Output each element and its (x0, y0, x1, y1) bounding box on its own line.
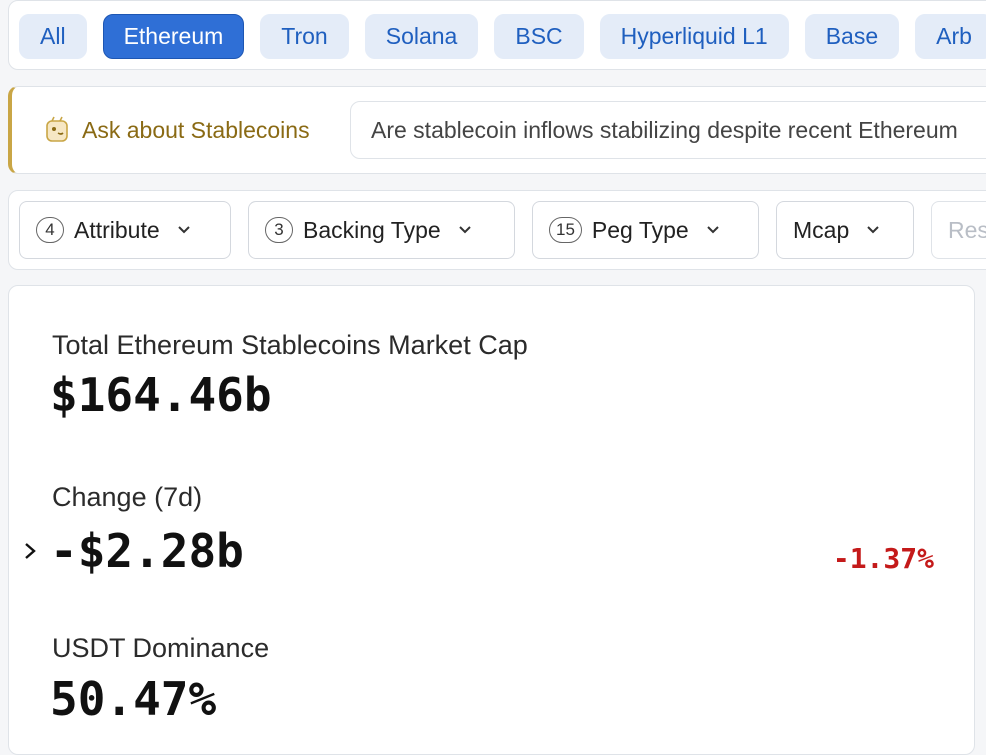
ask-label: Ask about Stablecoins (82, 117, 310, 143)
chevron-down-icon (706, 226, 719, 234)
filter-label: Attribute (74, 216, 160, 243)
chevron-down-icon (177, 226, 190, 234)
filter-count-badge: 4 (36, 217, 64, 243)
chain-tab-bar: All Ethereum Tron Solana BSC Hyperliquid… (8, 0, 986, 70)
market-cap-value: $164.46b (50, 368, 272, 422)
chevron-down-icon (458, 226, 471, 234)
filter-count-badge: 3 (265, 217, 293, 243)
filter-label: Peg Type (591, 216, 689, 243)
filter-bar: 4 Attribute 3 Backing Type 15 Peg Type M… (8, 190, 986, 270)
ai-assistant-icon (46, 116, 68, 142)
chevron-down-icon (867, 226, 879, 234)
change-label: Change (7d) (52, 482, 203, 512)
ask-bar: Ask about Stablecoins (8, 86, 986, 174)
mcap-filter-dropdown[interactable]: Mcap (776, 201, 914, 259)
backing-type-filter-dropdown[interactable]: 3 Backing Type (248, 201, 515, 259)
filter-label: Backing Type (303, 216, 441, 243)
usdt-dominance-value: 50.47% (50, 672, 217, 726)
tab-base[interactable]: Base (804, 14, 900, 59)
change-value: -$2.28b (50, 524, 244, 578)
stats-card: Total Ethereum Stablecoins Market Cap $1… (8, 285, 975, 755)
tab-ethereum[interactable]: Ethereum (102, 14, 245, 59)
tab-bsc[interactable]: BSC (494, 14, 584, 59)
chevron-right-icon[interactable] (22, 540, 38, 562)
tab-tron[interactable]: Tron (260, 14, 349, 59)
attribute-filter-dropdown[interactable]: 4 Attribute (19, 201, 231, 259)
peg-type-filter-dropdown[interactable]: 15 Peg Type (532, 201, 759, 259)
market-cap-label: Total Ethereum Stablecoins Market Cap (52, 330, 528, 360)
tab-hyperliquid-l1[interactable]: Hyperliquid L1 (599, 14, 789, 59)
tab-all[interactable]: All (19, 14, 87, 59)
tab-arbitrum[interactable]: Arb (915, 14, 986, 59)
chain-tabs: All Ethereum Tron Solana BSC Hyperliquid… (19, 14, 986, 59)
tab-solana[interactable]: Solana (364, 14, 479, 59)
reset-button[interactable]: Res (931, 201, 986, 259)
filter-label: Mcap (793, 216, 850, 243)
change-percent: -1.37% (832, 542, 934, 575)
ask-input[interactable] (350, 101, 986, 159)
usdt-dominance-label: USDT Dominance (52, 633, 270, 663)
filter-count-badge: 15 (549, 217, 582, 243)
